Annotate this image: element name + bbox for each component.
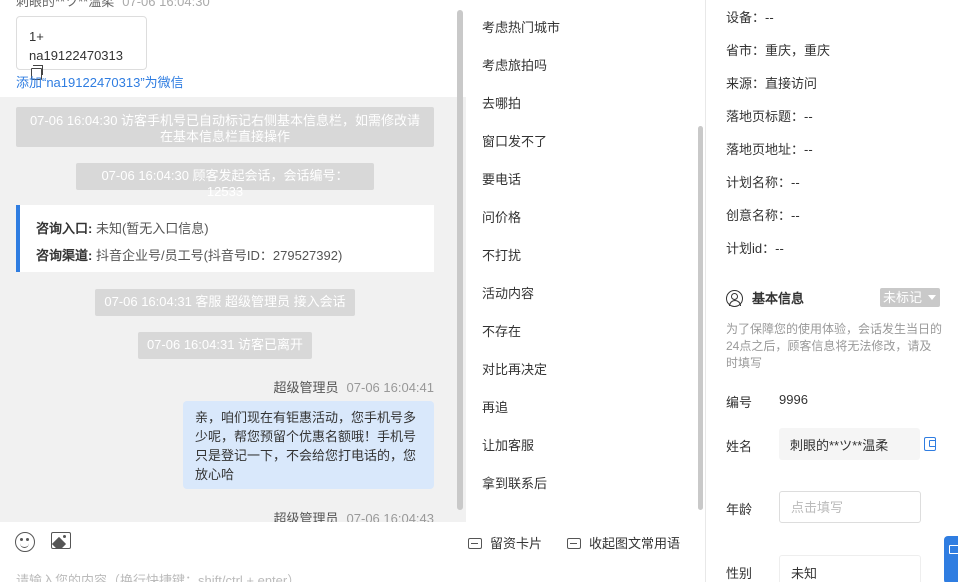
card-icon: [468, 538, 482, 549]
caret-down-icon: [928, 295, 936, 300]
chat-panel: 刺眼的**ツ**温柔 07-06 16:04:30 1+ na1912247031…: [0, 0, 466, 582]
gender-select[interactable]: 未知: [779, 555, 921, 582]
message-icon: [567, 538, 581, 549]
chat-workspace: 刺眼的**ツ**温柔 07-06 16:04:30 1+ na1912247031…: [0, 0, 958, 582]
agent-name: 超级管理员: [273, 511, 339, 522]
info-field-label: 创意名称: [726, 208, 779, 223]
user-icon: [726, 290, 743, 307]
agent-message-bubble: 亲，咱们现在有钜惠活动，您手机号多少呢，帮您预留个优惠名额哦！手机号只是登记一下…: [183, 401, 434, 489]
chat-message-list[interactable]: 刺眼的**ツ**温柔 07-06 16:04:30 1+ na1912247031…: [0, 0, 466, 522]
message-input-area: [0, 562, 466, 582]
floating-edit-button[interactable]: [944, 536, 958, 582]
info-field-value: --: [791, 175, 800, 190]
info-field-label: 来源: [726, 76, 753, 91]
basic-info-title-text: 基本信息: [752, 291, 805, 306]
add-wechat-link[interactable]: 添加“na19122470313”为微信: [16, 72, 184, 91]
info-field-label: 设备: [726, 10, 753, 25]
visitor-message-header: 刺眼的**ツ**温柔 07-06 16:04:30: [16, 0, 210, 10]
info-field-label: 计划名称: [726, 175, 779, 190]
emoji-icon[interactable]: [15, 532, 35, 552]
phone-card: 1+ na19122470313: [16, 16, 147, 80]
info-field-landing-url: 落地页地址：--: [726, 142, 813, 157]
collapse-phrases-button[interactable]: 收起图文常用语: [567, 533, 680, 552]
agent-name: 超级管理员: [273, 380, 339, 395]
age-input[interactable]: [779, 491, 921, 523]
basic-info-title: 基本信息: [726, 288, 804, 307]
info-field-plan-id: 计划id：--: [726, 241, 784, 256]
system-message: 07-06 16:04:31 访客已离开: [138, 332, 312, 359]
info-field-label: 落地页标题: [726, 109, 792, 124]
info-field-plan-name: 计划名称：--: [726, 175, 800, 190]
leave-card-label: 留资卡片: [490, 536, 543, 551]
info-field-label: 计划id: [726, 241, 763, 256]
chat-scrollbar[interactable]: [457, 10, 463, 510]
leave-card-button[interactable]: 留资卡片: [468, 533, 542, 552]
phone-number: na19122470313: [29, 48, 123, 63]
gender-label: 性别: [726, 566, 753, 581]
number-value: 9996: [779, 392, 808, 407]
visitor-message-time: 07-06 16:04:30: [122, 0, 210, 9]
agent-message-header: 超级管理员 07-06 16:04:43: [274, 508, 434, 522]
info-field-device: 设备：--: [726, 10, 774, 25]
mark-status-value: 未标记: [883, 290, 923, 305]
quick-phrase-item[interactable]: 考虑旅拍吗: [482, 55, 547, 74]
consult-channel: 咨询渠道: 抖音企业号/员工号(抖音号ID：279527392): [36, 242, 418, 269]
info-field-city: 省市：重庆，重庆: [726, 43, 831, 58]
quick-phrase-item[interactable]: 问价格: [482, 207, 521, 226]
quick-phrase-scrollbar[interactable]: [698, 126, 703, 510]
agent-message-time: 07-06 16:04:43: [346, 511, 434, 522]
quick-phrase-item[interactable]: 考虑热门城市: [482, 17, 560, 36]
quick-phrases-panel: 考虑热门城市 考虑旅拍吗 去哪拍 窗口发不了 要电话 问价格 不打扰 活动内容 …: [466, 0, 706, 582]
phone-card-line1: 1+: [29, 29, 44, 44]
info-field-value: 重庆，重庆: [765, 43, 831, 58]
info-field-landing-title: 落地页标题：--: [726, 109, 813, 124]
quick-phrase-item[interactable]: 让加客服: [482, 435, 534, 454]
info-field-value: --: [804, 109, 813, 124]
edit-icon[interactable]: [924, 437, 936, 451]
chat-input-toolbar: [0, 522, 466, 562]
info-field-value: --: [765, 10, 774, 25]
image-icon[interactable]: [51, 532, 71, 549]
quick-phrase-item[interactable]: 拿到联系后: [482, 473, 547, 492]
quick-phrase-item[interactable]: 要电话: [482, 169, 521, 188]
visitor-name: 刺眼的**ツ**温柔: [16, 0, 115, 9]
quick-phrase-item[interactable]: 去哪拍: [482, 93, 521, 112]
info-field-source: 来源：直接访问: [726, 76, 818, 91]
name-label: 姓名: [726, 439, 753, 454]
quick-phrase-list: 考虑热门城市 考虑旅拍吗 去哪拍 窗口发不了 要电话 问价格 不打扰 活动内容 …: [466, 0, 706, 522]
quick-phrase-item[interactable]: 活动内容: [482, 283, 534, 302]
info-field-value: 直接访问: [765, 76, 818, 91]
info-field-value: --: [775, 241, 784, 256]
agent-message-time: 07-06 16:04:41: [346, 380, 434, 395]
consult-info-card: 咨询入口: 未知(暂无入口信息) 咨询渠道: 抖音企业号/员工号(抖音号ID：2…: [16, 205, 434, 272]
customer-info-panel: 设备：-- 省市：重庆，重庆 来源：直接访问 落地页标题：-- 落地页地址：--…: [706, 0, 958, 582]
agent-message-header: 超级管理员 07-06 16:04:41: [274, 377, 434, 396]
info-field-value: --: [804, 142, 813, 157]
collapse-phrases-label: 收起图文常用语: [589, 536, 681, 551]
consult-entry-value: 未知(暂无入口信息): [95, 221, 209, 236]
message-input[interactable]: [0, 562, 466, 582]
system-message: 07-06 16:04:30 顾客发起会话，会话编号：12533: [76, 163, 374, 199]
info-field-creative-name: 创意名称：--: [726, 208, 800, 223]
consult-channel-label: 咨询渠道:: [36, 248, 93, 263]
quick-phrase-item[interactable]: 对比再决定: [482, 359, 547, 378]
name-field[interactable]: 刺眼的**ツ**温柔: [779, 428, 920, 460]
system-message: 07-06 16:04:31 客服 超级管理员 接入会话: [95, 289, 355, 316]
info-field-label: 落地页地址: [726, 142, 792, 157]
consult-entry-label: 咨询入口:: [36, 221, 93, 236]
number-label: 编号: [726, 395, 753, 410]
quick-phrase-item[interactable]: 不打扰: [482, 245, 521, 264]
age-label: 年龄: [726, 502, 753, 517]
quick-phrase-item[interactable]: 不存在: [482, 321, 521, 340]
quick-phrase-toolbar: 留资卡片 收起图文常用语: [466, 533, 706, 557]
quick-phrase-item[interactable]: 再追: [482, 397, 508, 416]
info-field-value: --: [791, 208, 800, 223]
quick-phrase-item[interactable]: 窗口发不了: [482, 131, 547, 150]
mark-status-select[interactable]: 未标记: [880, 288, 940, 307]
consult-entry: 咨询入口: 未知(暂无入口信息): [36, 215, 418, 242]
system-message: 07-06 16:04:30 访客手机号已自动标记右侧基本信息栏，如需修改请在基…: [16, 107, 434, 147]
info-field-label: 省市: [726, 43, 753, 58]
consult-channel-value: 抖音企业号/员工号(抖音号ID：279527392): [95, 248, 343, 263]
info-hint: 为了保障您的使用体验，会话发生当日的24点之后，顾客信息将无法修改，请及时填写: [726, 322, 943, 370]
